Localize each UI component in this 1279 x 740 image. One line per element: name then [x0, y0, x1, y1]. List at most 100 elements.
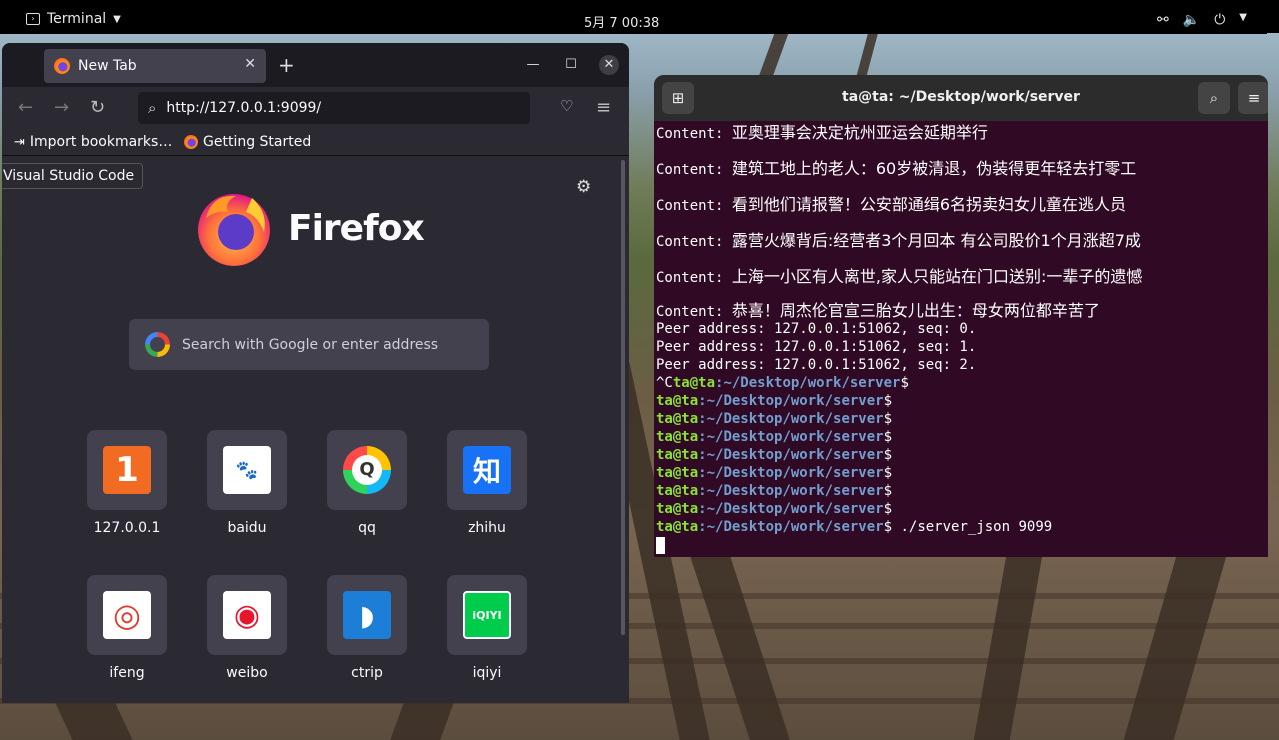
- terminal-peer-line: Peer address: 127.0.0.1:51062, seq: 2.: [656, 357, 977, 373]
- text-cursor: [656, 536, 665, 554]
- tile-label: baidu: [227, 520, 267, 536]
- prompt-user: ta@ta: [656, 465, 699, 481]
- firefox-icon: [54, 58, 70, 74]
- top-site-ifeng[interactable]: ◎ ifeng: [87, 575, 167, 681]
- gear-icon[interactable]: ⚙: [576, 177, 591, 197]
- google-icon: [145, 332, 170, 357]
- bookmarks-toolbar: ⇥ Import bookmarks… Getting Started: [2, 129, 629, 156]
- top-site-iqiyi[interactable]: iQIYI iqiyi: [447, 575, 527, 681]
- close-tab-icon[interactable]: ✕: [244, 56, 256, 72]
- top-site-zhihu[interactable]: 知 zhihu: [447, 430, 527, 536]
- qq-icon: Q: [343, 446, 391, 494]
- prompt-path: :~/Desktop/work/server: [698, 447, 884, 463]
- tile-box: ◎: [87, 575, 167, 655]
- clock[interactable]: 5月 7 00:38: [584, 12, 659, 31]
- reload-icon[interactable]: ↻: [90, 97, 105, 118]
- bookmark-import[interactable]: ⇥ Import bookmarks…: [14, 134, 172, 150]
- navigation-toolbar: ← → ↻ ⌕ http://127.0.0.1:9099/ ♡ ≡: [2, 87, 629, 129]
- terminal-prompt-line: ta@ta:~/Desktop/work/server$: [656, 500, 1268, 518]
- scrollbar[interactable]: [621, 160, 625, 635]
- baidu-paw-icon: 🐾: [223, 446, 271, 494]
- system-tray[interactable]: ⚯ 🔈 ⏻ ▼: [1157, 12, 1247, 28]
- bookmark-label: Getting Started: [203, 134, 312, 150]
- content-text: 上海一小区有人离世,家人只能站在门口送别:一辈子的遗憾: [731, 267, 1143, 286]
- content-prefix: Content:: [656, 304, 732, 320]
- prompt-user: ta@ta: [656, 501, 699, 517]
- prompt-user: ta@ta: [656, 393, 699, 409]
- top-site-qq[interactable]: Q qq: [327, 430, 407, 536]
- tab-bar: New Tab ✕ + — ☐ ✕: [2, 43, 629, 87]
- tile-label: 127.0.0.1: [93, 520, 161, 536]
- terminal-peer-line: Peer address: 127.0.0.1:51062, seq: 1.: [656, 339, 977, 355]
- iqiyi-icon: iQIYI: [463, 591, 511, 639]
- prompt-symbol: $: [883, 483, 893, 499]
- prompt-user: ta@ta: [656, 483, 699, 499]
- forward-arrow-icon[interactable]: →: [54, 97, 69, 118]
- hamburger-menu-icon[interactable]: ≡: [596, 97, 611, 118]
- weibo-icon: ◉: [223, 591, 271, 639]
- import-icon: ⇥: [14, 134, 25, 150]
- firefox-window: New Tab ✕ + — ☐ ✕ ← → ↻ ⌕ http://127.0.0…: [2, 43, 629, 703]
- terminal-prompt-line: ^Cta@ta:~/Desktop/work/server$: [656, 374, 1268, 392]
- terminal-prompt-line: ta@ta:~/Desktop/work/server$: [656, 410, 1268, 428]
- search-input[interactable]: Search with Google or enter address: [129, 319, 489, 370]
- terminal-prompt-line: ta@ta:~/Desktop/work/server$: [656, 446, 1268, 464]
- terminal-app-icon: ›: [26, 13, 40, 25]
- prompt-user: ta@ta: [672, 375, 716, 391]
- prompt-user: ta@ta: [656, 411, 699, 427]
- firefox-wordmark: Firefox: [288, 207, 425, 249]
- tile-label: weibo: [226, 665, 268, 681]
- terminal-peer-line: Peer address: 127.0.0.1:51062, seq: 0.: [656, 321, 977, 337]
- terminal-content-line: Content: 建筑工地上的老人：60岁被清退，伪装得更年轻去打零工: [656, 158, 1268, 194]
- content-prefix: Content:: [656, 234, 732, 250]
- prompt-symbol: $: [883, 447, 893, 463]
- content-text: 亚奥理事会决定杭州亚运会延期举行: [731, 123, 988, 142]
- app-name: Terminal: [47, 11, 107, 27]
- content-prefix: Content:: [656, 162, 732, 178]
- terminal-output[interactable]: Content: 亚奥理事会决定杭州亚运会延期举行 Content: 建筑工地上的…: [654, 122, 1268, 557]
- terminal-content-line: Content: 亚奥理事会决定杭州亚运会延期举行: [656, 122, 1268, 158]
- zhihu-icon: 知: [463, 446, 511, 494]
- tab-new-tab[interactable]: New Tab ✕: [44, 49, 266, 83]
- top-site-ctrip[interactable]: ◗ ctrip: [327, 575, 407, 681]
- terminal-content-line: Content: 上海一小区有人离世,家人只能站在门口送别:一辈子的遗憾: [656, 266, 1268, 302]
- maximize-button[interactable]: ☐: [561, 55, 581, 75]
- network-icon: ⚯: [1157, 12, 1169, 28]
- menu-button[interactable]: ≡: [1238, 82, 1268, 114]
- activities-app-menu[interactable]: › Terminal ▼: [26, 11, 121, 27]
- content-text: 建筑工地上的老人：60岁被清退，伪装得更年轻去打零工: [731, 159, 1137, 178]
- terminal-prompt-line: ta@ta:~/Desktop/work/server$: [656, 428, 1268, 446]
- close-window-button[interactable]: ✕: [599, 55, 619, 75]
- search-button[interactable]: ⌕: [1198, 82, 1230, 114]
- prompt-path: :~/Desktop/work/server: [698, 429, 884, 445]
- new-tab-button[interactable]: +: [278, 53, 295, 77]
- tile-box: ◉: [207, 575, 287, 655]
- bookmark-getting-started[interactable]: Getting Started: [184, 134, 311, 150]
- prompt-user: ta@ta: [656, 447, 699, 463]
- top-site-weibo[interactable]: ◉ weibo: [207, 575, 287, 681]
- tile-box: ◗: [327, 575, 407, 655]
- tile-label: ctrip: [351, 665, 383, 681]
- tile-box: Q: [327, 430, 407, 510]
- prompt-symbol: $: [883, 519, 893, 535]
- tooltip: Visual Studio Code: [2, 163, 144, 189]
- chevron-down-icon: ▼: [1239, 12, 1247, 23]
- back-arrow-icon[interactable]: ←: [18, 97, 33, 118]
- url-bar[interactable]: ⌕ http://127.0.0.1:9099/: [138, 92, 530, 124]
- volume-icon: 🔈: [1182, 12, 1201, 28]
- top-site-127[interactable]: 1 127.0.0.1: [87, 430, 167, 536]
- terminal-window: ⊞ ta@ta: ~/Desktop/work/server ⌕ ≡ Conte…: [654, 75, 1268, 557]
- prompt-user: ta@ta: [656, 429, 699, 445]
- content-text: 恭喜！周杰伦官宣三胎女儿出生：母女两位都辛苦了: [731, 301, 1100, 320]
- tile-label: iqiyi: [472, 665, 502, 681]
- prompt-user: ta@ta: [656, 519, 699, 535]
- pocket-icon[interactable]: ♡: [560, 97, 573, 115]
- prompt-symbol: $: [900, 375, 909, 391]
- ctrip-dolphin-icon: ◗: [343, 591, 391, 639]
- firefox-logo-icon: [198, 194, 270, 266]
- minimize-button[interactable]: —: [523, 55, 543, 75]
- terminal-content-line: Content: 露营火爆背后:经营者3个月回本 有公司股价1个月涨超7成: [656, 230, 1268, 266]
- new-tab-page: Visual Studio Code ⚙ Firefox Search with…: [2, 156, 629, 703]
- top-site-baidu[interactable]: 🐾 baidu: [207, 430, 287, 536]
- chevron-down-icon: ▼: [113, 13, 121, 25]
